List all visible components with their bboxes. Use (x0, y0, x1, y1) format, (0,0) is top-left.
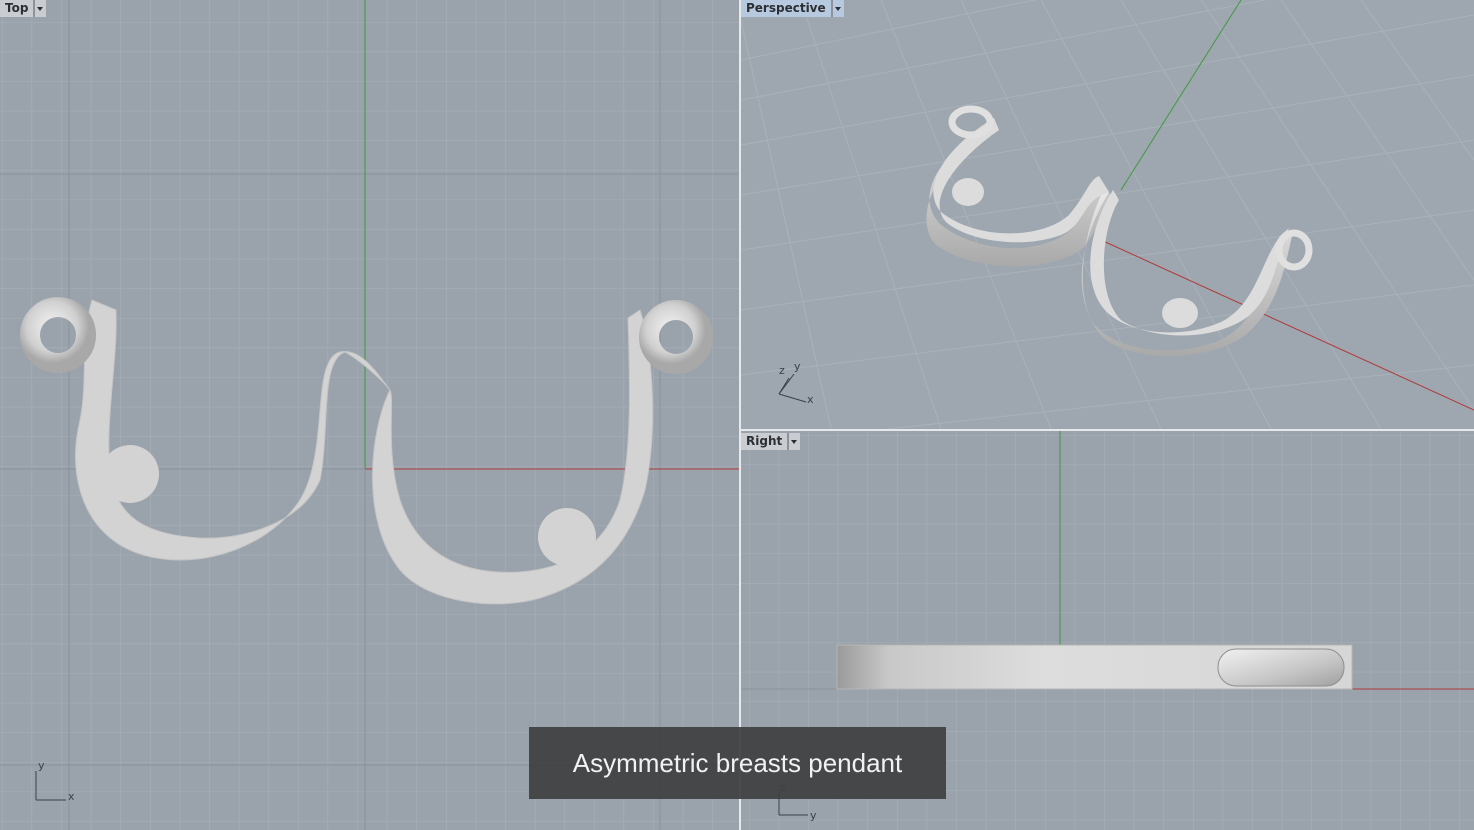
viewport-menu-arrow-icon[interactable] (831, 0, 844, 17)
axis-label-y: y (810, 809, 817, 822)
viewport-menu-arrow-icon[interactable] (788, 433, 801, 450)
pendant-model[interactable] (836, 644, 1353, 690)
axis-label-x: x (68, 790, 75, 803)
axis-label-x: x (807, 393, 814, 406)
viewport-tab-top[interactable]: Top (0, 0, 47, 17)
top-view-canvas[interactable]: y x (0, 0, 739, 830)
viewport-menu-arrow-icon[interactable] (34, 0, 47, 17)
viewport-label[interactable]: Top (0, 0, 35, 17)
viewport-top[interactable]: Top y x (0, 0, 739, 830)
axis-label-z: z (779, 364, 785, 377)
viewport-perspective[interactable]: Perspective z y x (741, 0, 1474, 429)
axis-label-y: y (38, 759, 45, 772)
grid (0, 0, 739, 830)
viewport-label[interactable]: Perspective (741, 0, 832, 17)
viewport-label[interactable]: Right (741, 433, 789, 450)
viewport-tab-perspective[interactable]: Perspective (741, 0, 844, 17)
viewport-tab-right[interactable]: Right (741, 433, 801, 450)
caption-overlay: Asymmetric breasts pendant (529, 727, 946, 799)
axis-label-y: y (794, 360, 801, 373)
perspective-view-canvas[interactable]: z y x (741, 0, 1474, 429)
